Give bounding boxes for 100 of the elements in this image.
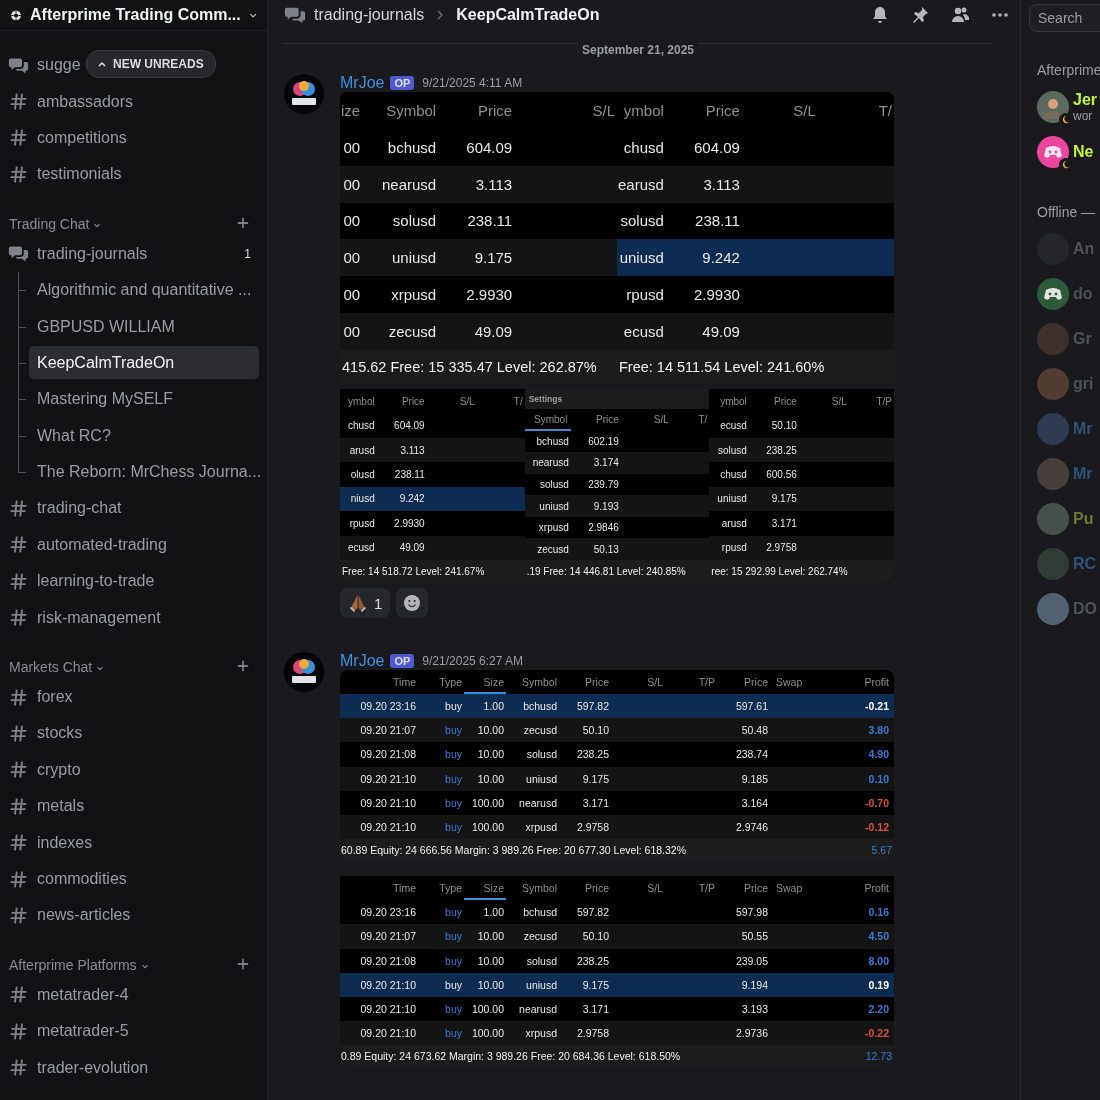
channel-item[interactable]: crypto <box>8 753 85 786</box>
avatar[interactable] <box>284 74 324 114</box>
table-cell-text: 3.171 <box>582 1002 610 1015</box>
category-header[interactable]: Trading Chat <box>8 215 90 232</box>
channel-item[interactable]: news-articles <box>8 899 135 932</box>
table-screenshot[interactable]: ymbol Price S/L T/ chusd 604.09 arusd 3.113 olusd 238.11 niusd 9.242 rpusd 2.9930 ecusd 49.09 Free: 14 518.72 Level: 241.67% <box>340 389 525 582</box>
member-name[interactable]: Jer <box>1073 90 1098 109</box>
thread-item[interactable]: Algorithmic and quantitative ... <box>29 273 259 307</box>
column-header: Symbol <box>521 675 558 690</box>
channel-item[interactable]: trading-chat <box>8 492 126 525</box>
search-field[interactable]: Search <box>1029 4 1100 32</box>
table-cell-text: 00 <box>342 323 362 341</box>
default-avatar[interactable] <box>1037 135 1069 168</box>
channel-item[interactable]: testimonials <box>8 158 126 191</box>
table-cell-text: rpusd <box>720 542 748 554</box>
table-cell-text: ecusd <box>622 323 665 341</box>
add-channel-icon[interactable] <box>237 216 249 229</box>
category-header[interactable]: Afterprime Platforms <box>8 956 137 973</box>
channel-item[interactable]: indexes <box>8 826 97 859</box>
column-header: ymbol <box>719 394 748 409</box>
channel-item[interactable]: stocks <box>8 717 87 750</box>
column-header: T/P <box>697 675 716 690</box>
add-channel-icon[interactable] <box>237 659 249 672</box>
reaction-button[interactable]: 1 <box>340 588 391 618</box>
channel-item[interactable]: ambassadors <box>8 85 138 118</box>
column-header: Price <box>584 675 610 690</box>
table-cell-text: 09.20 21:10 <box>360 1002 417 1015</box>
table-screenshot[interactable]: ymbol Price S/L T/ chusd 604.09 earusd 3.113 solusd 238.11 uniusd 9.242 rpusd 2.9930 ecusd 49.09 Free: 14 511.54 Level: 241.60% <box>617 92 894 384</box>
channel-item[interactable]: metals <box>8 790 89 823</box>
table-cell-text: 09.20 21:10 <box>360 796 417 809</box>
add-reaction-button[interactable] <box>396 588 429 618</box>
table-cell-text: 0.10 <box>868 772 890 785</box>
table-cell-text: 49.09 <box>474 323 514 341</box>
channel-item[interactable]: learning-to-trade <box>8 565 159 598</box>
table-cell-text: ecusd <box>347 542 376 554</box>
column-header: S/L <box>830 394 848 409</box>
table-cell-text: 239.05 <box>735 954 769 967</box>
avatar[interactable] <box>284 652 324 692</box>
thread-item[interactable]: The Reborn: MrChess Journa... <box>29 455 262 489</box>
channel-item[interactable]: competitions <box>8 121 131 154</box>
table-cell-text: 2.9736 <box>735 1027 769 1040</box>
table-cell-text: 3.174 <box>593 457 620 469</box>
default-avatar[interactable] <box>1037 277 1069 310</box>
channel-item[interactable]: forex <box>8 681 77 714</box>
table-cell-text: 3.113 <box>703 175 741 193</box>
author-name[interactable]: MrJoe <box>340 652 385 670</box>
table-cell-text: 3.171 <box>771 517 798 529</box>
table-cell-text: 1.00 <box>483 700 505 713</box>
thread-item[interactable]: GBPUSD WILLIAM <box>29 310 259 344</box>
table-cell-text: 604.09 <box>394 420 426 432</box>
table-screenshot[interactable]: ymbol Price S/L T/P ecusd 50.10 solusd 238.25 chusd 600.56 uniusd 9.175 arusd 3.171 rpusd 2.9758 ree: 15 292.99 Level: 262.74% <box>709 389 894 582</box>
channel-link[interactable]: trading-journals <box>314 6 425 24</box>
thread-item[interactable]: KeepCalmTradeOn <box>29 346 259 380</box>
table-cell-text: 100.00 <box>471 1027 505 1040</box>
table-cell-text: buy <box>445 748 463 761</box>
smile-icon <box>402 593 423 613</box>
channel-item[interactable]: automated-trading <box>8 528 171 561</box>
channel-item[interactable]: sugge <box>8 49 85 82</box>
author-name[interactable]: MrJoe <box>340 74 385 92</box>
table-cell-text: 50.55 <box>741 930 769 943</box>
column-header: Price <box>773 394 798 409</box>
table-cell-text: 00 <box>342 212 362 230</box>
thread-item[interactable]: What RC? <box>29 419 259 453</box>
table-cell-text: uniusd <box>716 493 748 505</box>
member-name[interactable]: Ne <box>1073 142 1094 161</box>
bell-icon[interactable] <box>870 5 890 25</box>
column-header: ymbol <box>347 394 376 409</box>
new-unreads-button[interactable]: NEW UNREADS <box>86 50 216 78</box>
table-screenshot[interactable]: ize Symbol Price S/L 00 bchusd 604.09 00 nearusd 3.113 00 solusd 238.11 00 uniusd 9.175 00 xrpusd 2.9930 00 zecusd 49.09 415.62 Free: 15 335.47 Level: 262.87% <box>340 92 617 384</box>
table-cell-text: solusd <box>392 212 438 230</box>
table-cell-text: 597.82 <box>576 906 610 919</box>
channel-item[interactable]: risk-management <box>8 601 165 634</box>
member-name[interactable]: Pu <box>1073 509 1094 528</box>
table-screenshot[interactable]: Settings Symbol Price S/L T/ bchusd 602.19 nearusd 3.174 solusd 239.79 uniusd 9.193 xrpusd 2.9846 zecusd 50.13 .19 Free: 14 446.81 Level: 240.85% <box>524 389 710 582</box>
table-cell-text: 2.9930 <box>694 286 741 304</box>
table-cell-text: 09.20 23:16 <box>360 906 417 919</box>
table-screenshot[interactable] <box>340 876 894 1068</box>
channel-item[interactable]: commodities <box>8 863 131 895</box>
table-cell-text: arusd <box>348 444 376 456</box>
summary-bar: Free: 14 511.54 Level: 241.60% <box>617 350 894 384</box>
channel-item[interactable]: trader-evolution <box>8 1051 153 1084</box>
add-channel-icon[interactable] <box>237 957 249 970</box>
table-cell-text: arusd <box>720 517 748 529</box>
account-summary: 0.89 Equity: 24 673.62 Margin: 3 989.26 Free: 20 684.36 Level: 618.50% <box>341 1050 681 1063</box>
table-cell-text: 09.20 21:07 <box>360 930 417 943</box>
members-icon[interactable] <box>950 5 970 25</box>
table-cell-text: -0.70 <box>865 796 890 809</box>
table-cell-text: 49.09 <box>702 323 741 341</box>
table-cell-text: zecusd <box>523 724 558 737</box>
thread-item[interactable]: Mastering MySELF <box>29 382 259 416</box>
table-screenshot[interactable] <box>340 670 894 862</box>
category-header[interactable]: Markets Chat <box>8 658 93 675</box>
table-cell-text: 100.00 <box>471 821 505 834</box>
table-cell-text: nearusd <box>519 796 558 809</box>
channel-item[interactable]: metatrader-4 <box>8 978 133 1011</box>
server-header[interactable]: Afterprime Trading Comm... <box>0 0 267 31</box>
avatar[interactable] <box>1037 90 1069 123</box>
table-cell-text: 604.09 <box>694 138 741 156</box>
channel-item[interactable]: metatrader-5 <box>8 1015 133 1048</box>
channel-item[interactable]: trading-journals <box>8 237 152 270</box>
